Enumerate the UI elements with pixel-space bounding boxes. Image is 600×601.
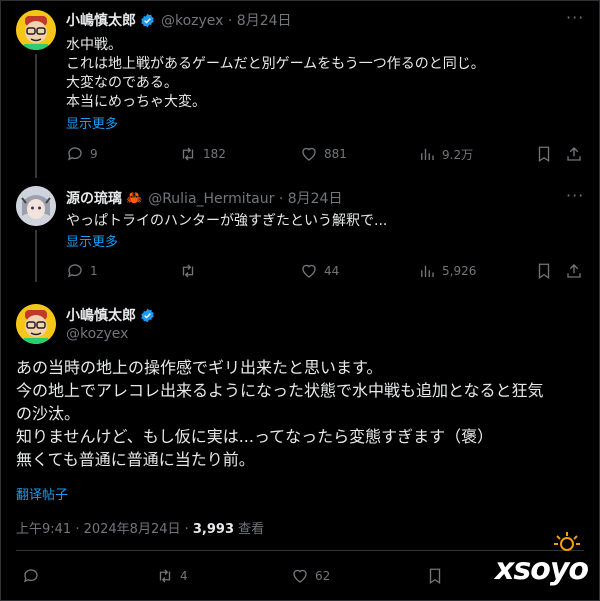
- retweet-button[interactable]: 182: [179, 145, 226, 163]
- thread-line: [35, 54, 37, 178]
- bookmark-icon: [538, 146, 550, 163]
- views-count: 9.2万: [442, 147, 474, 162]
- like-count: 44: [324, 264, 340, 278]
- views-icon: [421, 148, 434, 160]
- share-button[interactable]: [565, 262, 583, 280]
- tweet-line: 大変なのである。: [66, 75, 178, 91]
- tweet-line: 無くても普通に普通に当たり前。: [16, 450, 255, 469]
- tweet1-actions: 9 182 881 9.2万: [66, 145, 586, 165]
- reply-button[interactable]: [22, 567, 46, 585]
- tweet1-header: 小嶋慎太郎 @kozyex · 8月24日: [66, 10, 292, 30]
- main-header: 小嶋慎太郎: [66, 305, 155, 325]
- tweet-line: 水中戦。: [66, 37, 122, 53]
- more-options-icon[interactable]: ···: [566, 8, 584, 27]
- show-more-link[interactable]: 显示更多: [66, 231, 118, 250]
- bookmark-button[interactable]: [426, 567, 444, 585]
- retweet-icon: [159, 569, 171, 583]
- like-count: 881: [324, 147, 347, 161]
- tweet-line: 今の地上でアレコレ出来るようになった状態で水中戦も追加となると狂気: [16, 381, 544, 400]
- bookmark-icon: [538, 263, 550, 280]
- avatar[interactable]: [16, 186, 56, 226]
- handle-date[interactable]: @Rulia_Hermitaur · 8月24日: [148, 188, 342, 208]
- retweet-button[interactable]: 4: [156, 567, 188, 585]
- tweet-line: の沙汰。: [16, 404, 81, 423]
- main-body: あの当時の地上の操作感でギリ出来たと思います。 今の地上でアレコレ出来るようにな…: [16, 356, 544, 471]
- post-meta: 上午9:41 · 2024年8月24日 · 3,993 查看: [16, 518, 264, 537]
- avatar[interactable]: [16, 10, 56, 50]
- crab-icon: 🦀: [126, 190, 143, 206]
- handle-date[interactable]: @kozyex · 8月24日: [161, 10, 292, 30]
- handle[interactable]: @kozyex: [66, 326, 128, 342]
- heart-icon: [302, 147, 316, 161]
- bookmark-button[interactable]: [535, 262, 553, 280]
- translate-link[interactable]: 翻译帖子: [16, 484, 68, 503]
- reply-icon: [67, 264, 82, 278]
- thread-line: [35, 230, 37, 282]
- tweet-line: やっぱトライのハンターが強すぎたという解釈で...: [66, 213, 388, 229]
- share-icon: [567, 147, 581, 161]
- share-icon: [567, 264, 581, 278]
- views-button[interactable]: 5,926: [418, 262, 476, 280]
- tweet2-actions: 1 44 5,926: [66, 262, 586, 282]
- reply-icon: [67, 147, 82, 161]
- show-more-link[interactable]: 显示更多: [66, 113, 118, 132]
- views-label: 查看: [234, 522, 265, 537]
- reply-button[interactable]: 1: [66, 262, 98, 280]
- tweet-line: あの当時の地上の操作感でギリ出来たと思います。: [16, 358, 383, 377]
- main-actions: 4 62: [16, 567, 576, 587]
- like-button[interactable]: 881: [300, 145, 347, 163]
- views-icon: [421, 265, 434, 277]
- reply-count: 1: [90, 264, 98, 278]
- reply-button[interactable]: 9: [66, 145, 98, 163]
- bookmark-button[interactable]: [535, 145, 553, 163]
- tweet1-body: 水中戦。 これは地上戦があるゲームだと別ゲームをもう一つ作るのと同じ。 大変なの…: [66, 36, 485, 112]
- reply-icon: [23, 569, 38, 583]
- share-button[interactable]: [565, 145, 583, 163]
- views-count: 5,926: [442, 264, 477, 278]
- timestamp[interactable]: 上午9:41 · 2024年8月24日 ·: [16, 522, 193, 537]
- author-name[interactable]: 源の琉璃: [66, 188, 122, 208]
- watermark: xsoyo: [495, 552, 589, 587]
- avatar[interactable]: [16, 304, 56, 344]
- divider: [16, 550, 584, 551]
- retweet-icon: [182, 147, 194, 161]
- author-name[interactable]: 小嶋慎太郎: [66, 305, 136, 325]
- heart-icon: [302, 264, 316, 278]
- tweet2-body: やっぱトライのハンターが強すぎたという解釈で...: [66, 212, 387, 231]
- retweet-count: 4: [180, 569, 188, 583]
- like-button[interactable]: 62: [291, 567, 330, 585]
- retweet-icon: [182, 264, 194, 278]
- sun-logo-icon: [552, 530, 582, 552]
- tweet2-header: 源の琉璃 🦀 @Rulia_Hermitaur · 8月24日: [66, 188, 342, 208]
- views-button[interactable]: 9.2万: [418, 145, 473, 163]
- author-name[interactable]: 小嶋慎太郎: [66, 10, 136, 30]
- tweet-line: 本当にめっちゃ大変。: [66, 94, 206, 110]
- verified-icon: [141, 308, 154, 322]
- retweet-button[interactable]: [179, 262, 203, 280]
- like-count: 62: [315, 569, 331, 583]
- like-button[interactable]: 44: [300, 262, 339, 280]
- retweet-count: 182: [203, 147, 226, 161]
- views-count: 3,993: [192, 522, 235, 537]
- bookmark-icon: [429, 568, 441, 585]
- reply-count: 9: [90, 147, 98, 161]
- tweet-line: 知りませんけど、もし仮に実は...ってなったら変態すぎます（褒）: [16, 427, 494, 446]
- more-options-icon[interactable]: ···: [566, 186, 584, 205]
- heart-icon: [293, 569, 307, 583]
- tweet-line: これは地上戦があるゲームだと別ゲームをもう一つ作るのと同じ。: [66, 56, 485, 72]
- verified-icon: [141, 13, 154, 27]
